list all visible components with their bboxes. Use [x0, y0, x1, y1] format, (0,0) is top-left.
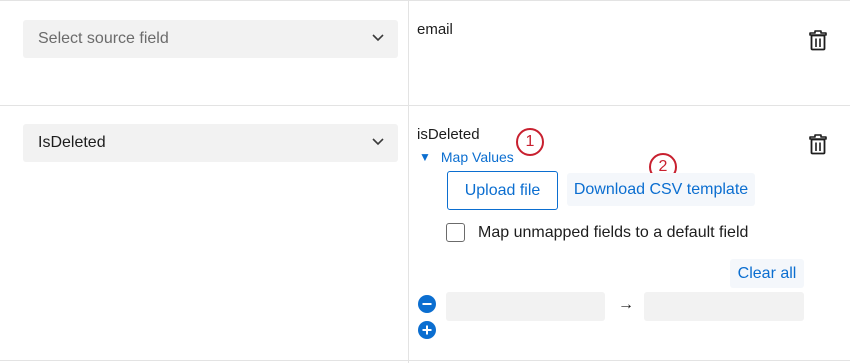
- top-divider: [0, 0, 850, 1]
- chevron-down-icon: [372, 138, 384, 146]
- download-csv-template-button[interactable]: Download CSV template: [567, 173, 755, 206]
- mapping-arrow: →: [618, 296, 634, 313]
- clear-all-button[interactable]: Clear all: [730, 259, 804, 288]
- source-field-select[interactable]: Select source field: [23, 20, 398, 58]
- row-divider: [0, 105, 850, 106]
- map-values-label: Map Values: [440, 149, 514, 165]
- trash-icon[interactable]: [808, 133, 828, 155]
- map-values-toggle[interactable]: ▼ Map Values: [419, 149, 514, 165]
- mapping-target-input[interactable]: [644, 292, 804, 321]
- bottom-divider: [0, 360, 850, 361]
- upload-file-button[interactable]: Upload file: [447, 171, 558, 210]
- triangle-down-icon: ▼: [419, 150, 431, 164]
- target-field-name: email: [417, 21, 453, 38]
- source-field-placeholder: Select source field: [38, 30, 169, 47]
- source-field-value: IsDeleted: [38, 134, 106, 151]
- column-divider: [408, 0, 409, 363]
- map-unmapped-checkbox[interactable]: [446, 223, 465, 242]
- map-unmapped-label: Map unmapped fields to a default field: [478, 224, 749, 241]
- annotation-marker-1: 1: [516, 128, 544, 156]
- plus-circle-icon[interactable]: [418, 321, 436, 339]
- source-field-select[interactable]: IsDeleted: [23, 124, 398, 162]
- chevron-down-icon: [372, 34, 384, 42]
- target-field-name: isDeleted: [417, 126, 480, 143]
- minus-circle-icon[interactable]: [418, 295, 436, 313]
- mapping-source-input[interactable]: [446, 292, 605, 321]
- trash-icon[interactable]: [808, 29, 828, 51]
